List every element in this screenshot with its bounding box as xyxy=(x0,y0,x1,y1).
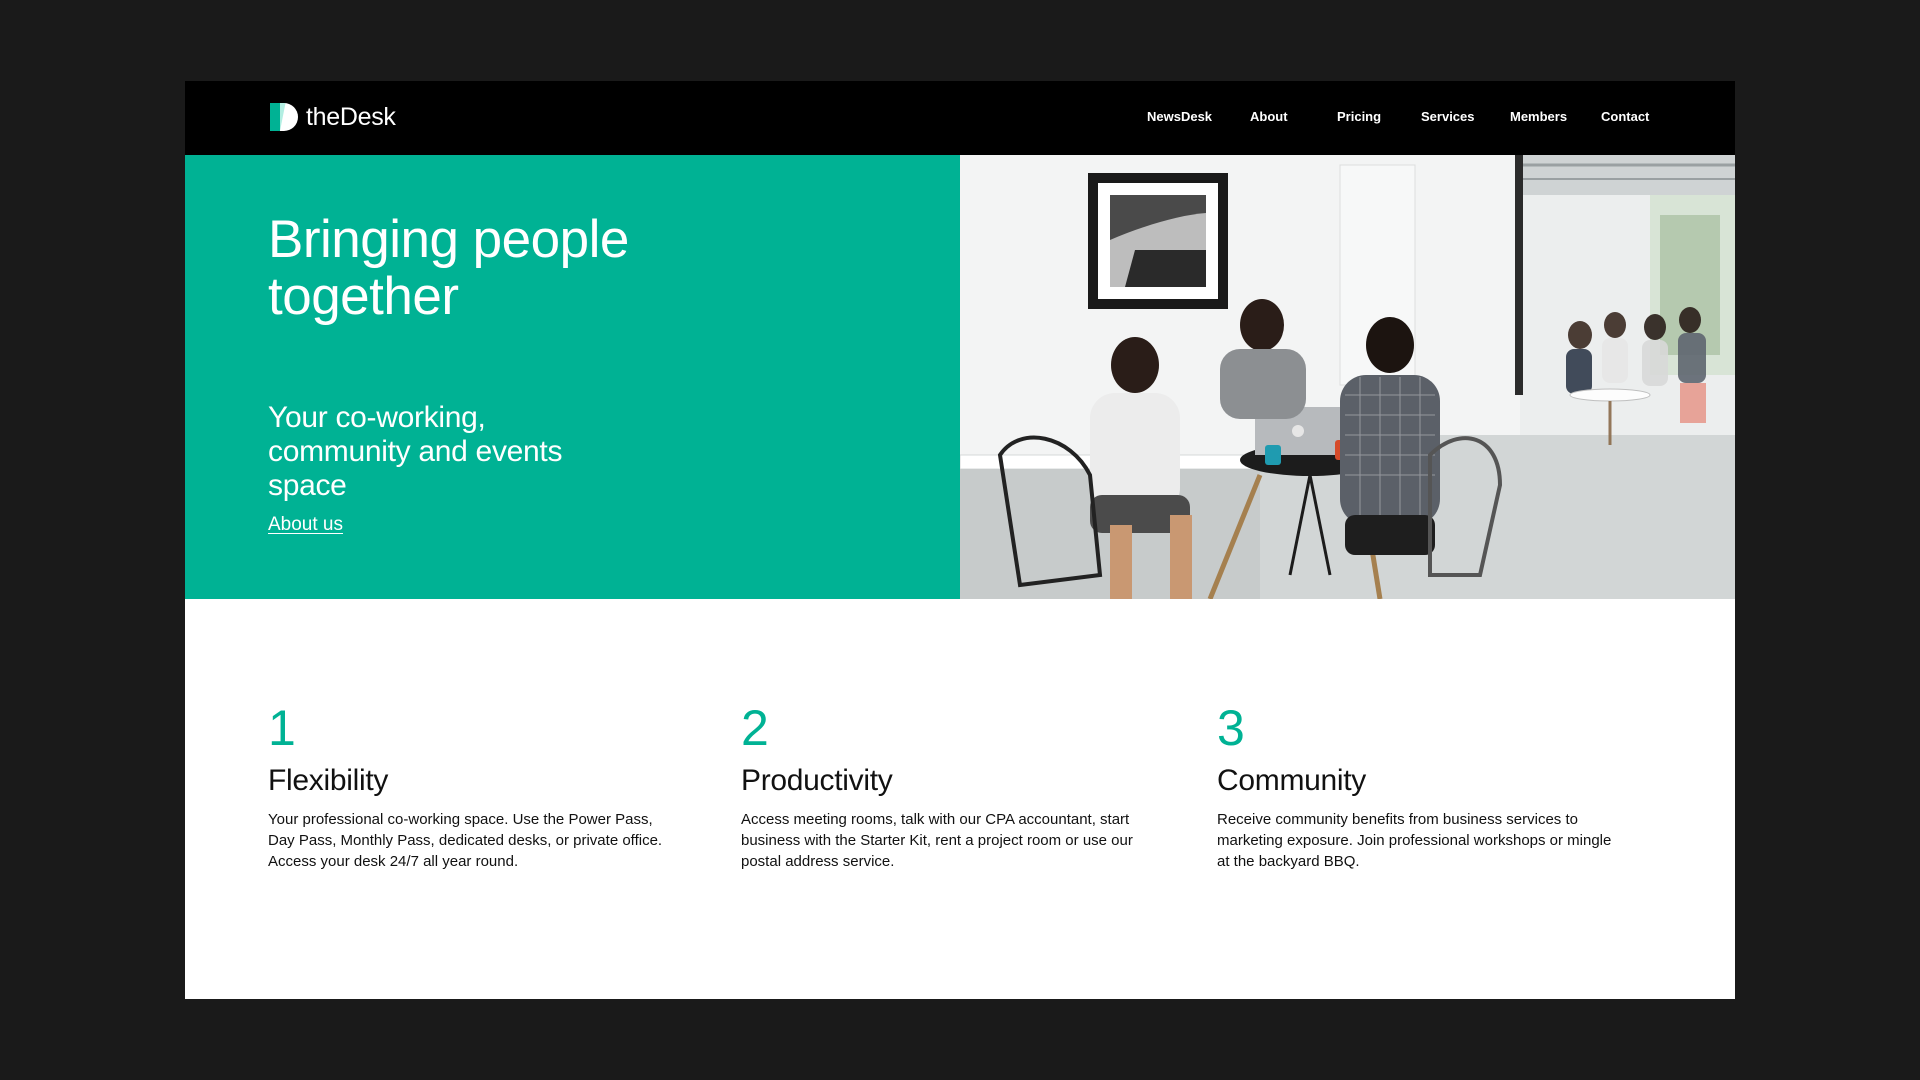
feature-title: Productivity xyxy=(741,764,893,797)
nav-item-about[interactable]: About xyxy=(1250,108,1288,126)
nav-item-members[interactable]: Members xyxy=(1510,108,1567,126)
feature-community: 3 Community Receive community benefits f… xyxy=(1217,701,1627,872)
feature-number: 3 xyxy=(1217,700,1245,756)
website-frame: theDesk NewsDesk About Pricing Services … xyxy=(185,81,1735,999)
feature-description: Access meeting rooms, talk with our CPA … xyxy=(741,811,1133,870)
coworking-illustration xyxy=(960,155,1735,599)
feature-title: Community xyxy=(1217,764,1366,797)
nav-item-pricing[interactable]: Pricing xyxy=(1337,108,1381,126)
nav-item-contact[interactable]: Contact xyxy=(1601,108,1649,126)
feature-number: 1 xyxy=(268,700,296,756)
feature-number: 2 xyxy=(741,700,769,756)
feature-description: Receive community benefits from business… xyxy=(1217,811,1612,870)
nav-item-newsdesk[interactable]: NewsDesk xyxy=(1147,108,1212,126)
about-us-link[interactable]: About us xyxy=(268,513,343,537)
hero-title: Bringing people together xyxy=(268,210,629,326)
nav-item-services[interactable]: Services xyxy=(1421,108,1475,126)
hero-panel: Bringing people together Your co-working… xyxy=(185,155,960,599)
feature-description: Your professional co-working space. Use … xyxy=(268,811,663,870)
nav-menu: NewsDesk About Pricing Services Members … xyxy=(185,81,1735,155)
top-navigation-bar: theDesk NewsDesk About Pricing Services … xyxy=(185,81,1735,155)
feature-productivity: 2 Productivity Access meeting rooms, tal… xyxy=(741,701,1151,872)
feature-title: Flexibility xyxy=(268,764,389,797)
feature-flexibility: 1 Flexibility Your professional co-worki… xyxy=(268,701,678,872)
coworking-photo xyxy=(960,155,1735,599)
hero-subtitle: Your co-working, community and events sp… xyxy=(268,401,563,502)
